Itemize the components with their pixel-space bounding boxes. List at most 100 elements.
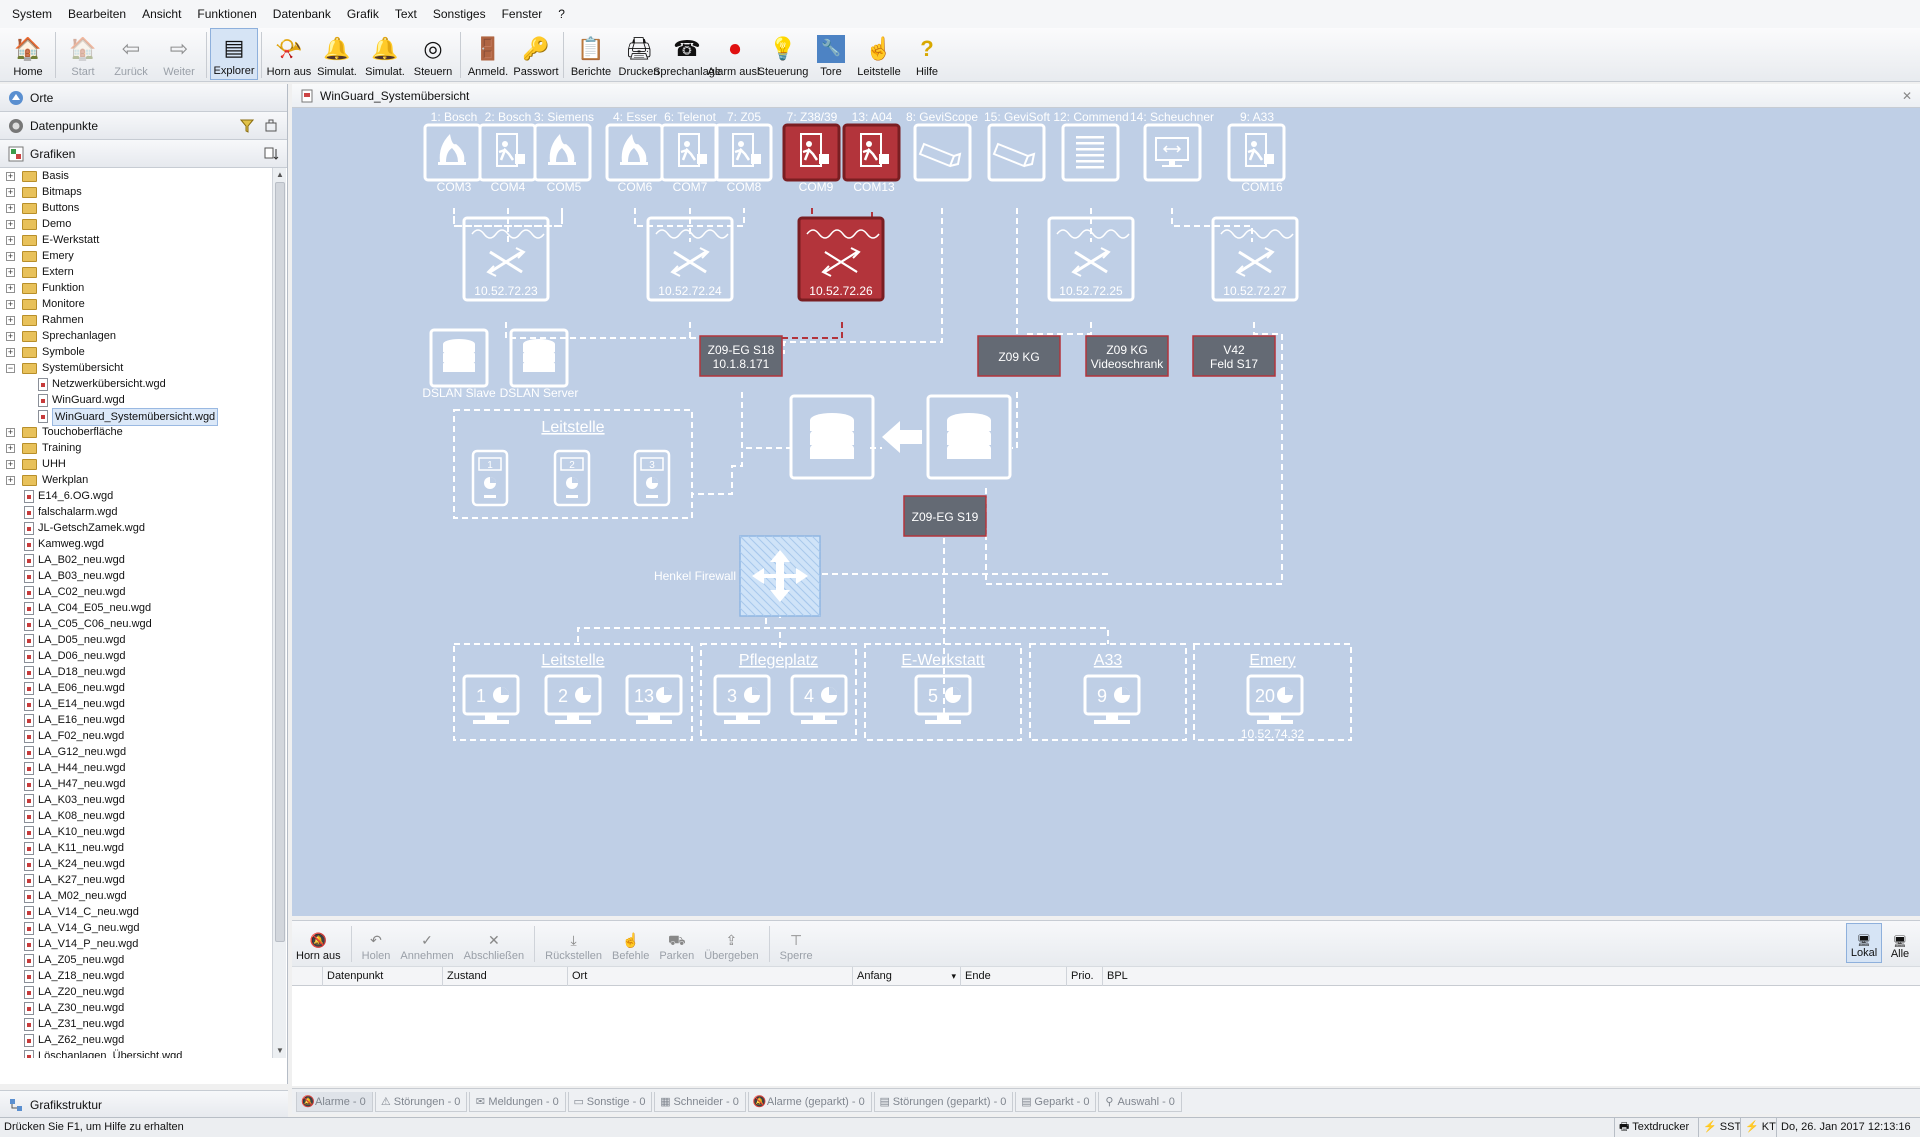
tree-item[interactable]: + Werkplan	[0, 472, 272, 488]
device-cam-icon[interactable]	[987, 123, 1046, 182]
tree-item[interactable]: LA_Z62_neu.wgd	[0, 1032, 272, 1048]
tree-item[interactable]: LA_K10_neu.wgd	[0, 824, 272, 840]
scroll-down-icon[interactable]: ▼	[273, 1044, 287, 1058]
device-exit-icon[interactable]	[660, 123, 719, 182]
alarm-button-4[interactable]: ⤓ Rückstellen	[545, 932, 602, 966]
tree-item[interactable]: Netzwerkübersicht.wgd	[0, 376, 272, 392]
alarm-tab-3[interactable]: ▭ Sonstige - 0	[567, 1091, 653, 1112]
column-header[interactable]: Anfang ▾	[852, 967, 960, 986]
alarm-button-2[interactable]: ✓ Annehmen	[400, 932, 453, 966]
expand-icon[interactable]: +	[6, 316, 15, 325]
alarm-button-5[interactable]: ☝ Befehle	[612, 932, 649, 966]
tree-item[interactable]: LA_E06_neu.wgd	[0, 680, 272, 696]
device-cam-icon[interactable]	[913, 123, 972, 182]
device-fire-icon[interactable]	[533, 123, 592, 182]
tree-item[interactable]: LA_V14_P_neu.wgd	[0, 936, 272, 952]
menu-item-7[interactable]: Sonstiges	[425, 0, 494, 28]
menu-item-9[interactable]: ?	[550, 0, 573, 28]
tree-item[interactable]: LA_K24_neu.wgd	[0, 856, 272, 872]
toolbar-button-0[interactable]: 🏠 Home	[4, 28, 52, 80]
toolbar-button-3[interactable]: ⇨ Weiter	[155, 28, 203, 80]
expand-icon[interactable]: +	[6, 268, 15, 277]
tree-item[interactable]: + Symbole	[0, 344, 272, 360]
tree-item[interactable]: + Training	[0, 440, 272, 456]
menu-item-2[interactable]: Ansicht	[134, 0, 189, 28]
workstation-monitor-icon[interactable]	[544, 674, 602, 724]
tree-item[interactable]: LA_D05_neu.wgd	[0, 632, 272, 648]
toolbar-button-17[interactable]: ☝ Leitstelle	[855, 28, 903, 80]
column-header[interactable]: Ort	[567, 967, 852, 986]
menu-item-1[interactable]: Bearbeiten	[60, 0, 134, 28]
column-header[interactable]: BPL	[1102, 967, 1138, 986]
menu-item-5[interactable]: Grafik	[339, 0, 387, 28]
workstation-monitor-icon[interactable]	[790, 674, 848, 724]
device-exit-icon[interactable]	[478, 123, 537, 182]
toolbar-button-11[interactable]: 📋 Berichte	[567, 28, 615, 80]
filter-icon[interactable]	[240, 119, 254, 133]
toolbar-button-8[interactable]: ◎ Steuern	[409, 28, 457, 80]
tree-item[interactable]: + Bitmaps	[0, 184, 272, 200]
menu-item-0[interactable]: System	[4, 0, 60, 28]
tree-item[interactable]: LA_K03_neu.wgd	[0, 792, 272, 808]
toolbar-button-13[interactable]: ☎ Sprechanlage	[653, 28, 721, 80]
tree-item[interactable]: − Systemübersicht	[0, 360, 272, 376]
tree-item[interactable]: Kamweg.wgd	[0, 536, 272, 552]
tree-item[interactable]: WinGuard_Systemübersicht.wgd	[0, 408, 272, 426]
tree-item[interactable]: LA_Z20_neu.wgd	[0, 984, 272, 1000]
toolbar-button-9[interactable]: 🚪 Anmeld.	[464, 28, 512, 80]
tree-item[interactable]: LA_Z30_neu.wgd	[0, 1000, 272, 1016]
device-exit-icon[interactable]	[714, 123, 773, 182]
alarm-tab-6[interactable]: ▤ Störungen (geparkt) - 0	[873, 1091, 1014, 1112]
tree-item[interactable]: + Funktion	[0, 280, 272, 296]
tree-item[interactable]: + Rahmen	[0, 312, 272, 328]
expand-icon[interactable]: +	[6, 348, 15, 357]
tree-item[interactable]: + Extern	[0, 264, 272, 280]
expand-icon[interactable]: +	[6, 476, 15, 485]
device-monitor-icon[interactable]	[1143, 123, 1202, 182]
scroll-up-icon[interactable]: ▲	[273, 168, 287, 182]
grafikstruktur-tab[interactable]: Grafikstruktur	[0, 1090, 288, 1118]
central-database-icon[interactable]	[926, 394, 1012, 480]
menu-item-4[interactable]: Datenbank	[265, 0, 339, 28]
tree-item[interactable]: LA_E16_neu.wgd	[0, 712, 272, 728]
device-intercom-icon[interactable]	[1061, 123, 1120, 182]
expand-icon[interactable]: +	[6, 188, 15, 197]
device-exit-icon[interactable]	[842, 123, 901, 182]
alarm-tab-4[interactable]: ▦ Schneider - 0	[654, 1091, 746, 1112]
toolbar-button-4[interactable]: ▤ Explorer	[210, 28, 258, 80]
tree-item[interactable]: JL-GetschZamek.wgd	[0, 520, 272, 536]
expand-icon[interactable]: +	[6, 252, 15, 261]
tree-scrollbar[interactable]: ▲ ▼	[272, 168, 286, 1058]
close-icon[interactable]: ✕	[1902, 84, 1912, 108]
alarm-button-3[interactable]: ✕ Abschließen	[464, 932, 525, 966]
tree-item[interactable]: LA_C02_neu.wgd	[0, 584, 272, 600]
workstation-monitor-icon[interactable]	[462, 674, 520, 724]
column-header[interactable]: Zustand	[442, 967, 567, 986]
expand-icon[interactable]: +	[6, 332, 15, 341]
alarm-tab-0[interactable]: 🔕Alarme - 0	[296, 1091, 373, 1112]
expand-icon[interactable]: +	[6, 172, 15, 181]
tree-item[interactable]: LA_E14_neu.wgd	[0, 696, 272, 712]
tree-item[interactable]: LA_B03_neu.wgd	[0, 568, 272, 584]
tree-item[interactable]: LA_C05_C06_neu.wgd	[0, 616, 272, 632]
tree-item[interactable]: E14_6.OG.wgd	[0, 488, 272, 504]
alarm-table-body[interactable]	[292, 986, 1920, 1086]
expand-icon[interactable]: +	[6, 444, 15, 453]
device-fire-icon[interactable]	[605, 123, 664, 182]
tree-item[interactable]: LA_G12_neu.wgd	[0, 744, 272, 760]
tree-item[interactable]: + Emery	[0, 248, 272, 264]
toolbar-button-15[interactable]: 💡 Steuerung	[758, 28, 809, 80]
tree-item[interactable]: falschalarm.wgd	[0, 504, 272, 520]
expand-icon[interactable]: +	[6, 460, 15, 469]
firewall-icon[interactable]	[739, 535, 821, 617]
menu-item-6[interactable]: Text	[387, 0, 425, 28]
settings-icon[interactable]	[264, 119, 278, 133]
tree-item[interactable]: + Touchoberfläche	[0, 424, 272, 440]
alarm-tab-2[interactable]: ✉ Meldungen - 0	[469, 1091, 566, 1112]
tree-item[interactable]: + Demo	[0, 216, 272, 232]
tree-item[interactable]: + Monitore	[0, 296, 272, 312]
orte-header[interactable]: Orte	[0, 84, 287, 112]
alarm-button-1[interactable]: ↶ Holen	[362, 932, 391, 966]
tree-item[interactable]: LA_M02_neu.wgd	[0, 888, 272, 904]
toolbar-button-14[interactable]: ⏺ Alarm ausl.	[707, 28, 762, 80]
